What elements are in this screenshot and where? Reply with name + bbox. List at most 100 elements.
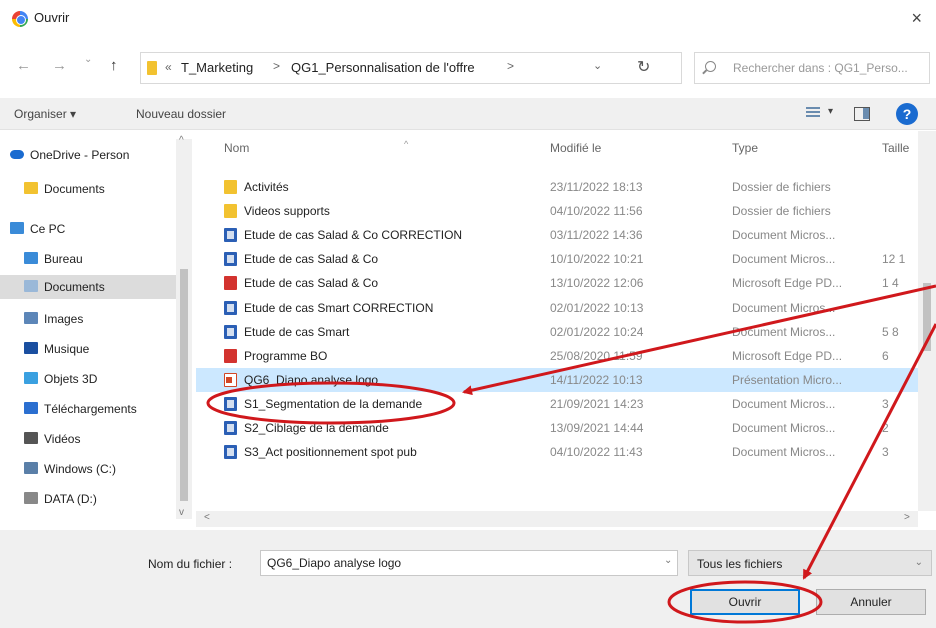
file-type: Document Micros...	[732, 445, 836, 459]
window-title: Ouvrir	[34, 10, 70, 25]
file-row[interactable]: Etude de cas Salad & Co CORRECTION 03/11/…	[196, 223, 918, 247]
file-list-vscroll-thumb[interactable]	[923, 283, 931, 351]
sidebar-item-label: Vidéos	[44, 432, 81, 446]
filename-input[interactable]	[260, 550, 678, 576]
up-button[interactable]: ↑	[110, 57, 118, 74]
filetype-select[interactable]: Tous les fichiers ⌄	[688, 550, 932, 576]
ppt-file-icon	[224, 373, 237, 387]
file-row[interactable]: Etude de cas Smart 02/01/2022 10:24 Docume…	[196, 320, 918, 344]
chevron-down-icon: ⌄	[914, 557, 923, 568]
recent-dropdown[interactable]: ⌄	[84, 54, 92, 65]
file-row[interactable]: Etude de cas Salad & Co 10/10/2022 10:21 D…	[196, 247, 918, 271]
breadcrumb-item-t-marketing[interactable]: T_Marketing	[181, 60, 253, 75]
search-box[interactable]: Rechercher dans : QG1_Perso...	[694, 52, 930, 84]
sidebar-item[interactable]: OneDrive - Person	[0, 143, 176, 167]
sidebar-item[interactable]: Bureau	[0, 247, 176, 271]
file-modified: 13/10/2022 12:06	[550, 276, 644, 290]
sidebar-item-label: Images	[44, 312, 84, 326]
file-row[interactable]: S2_Ciblage de la demande 13/09/2021 14:44…	[196, 416, 918, 440]
scroll-up-arrow[interactable]: ^	[179, 135, 184, 146]
word-file-icon	[224, 421, 237, 435]
images-icon	[24, 312, 38, 324]
pdf-file-icon	[224, 276, 237, 290]
desktop-icon	[24, 252, 38, 264]
filename-dropdown[interactable]: ⌄	[664, 555, 672, 566]
file-modified: 14/11/2022 10:13	[550, 373, 643, 387]
file-name: Activités	[244, 180, 289, 194]
file-row[interactable]: QG6_Diapo analyse logo 14/11/2022 10:13 Pr…	[196, 368, 918, 392]
column-header-type[interactable]: Type	[732, 141, 758, 155]
view-options-icon[interactable]	[806, 107, 822, 120]
column-name-label: Nom	[224, 141, 250, 155]
organize-button[interactable]: Organiser ▾	[14, 107, 76, 121]
back-button[interactable]: ←	[16, 57, 31, 74]
nav-scrollbar[interactable]: ^ v	[176, 135, 192, 519]
sidebar-item[interactable]: Téléchargements	[0, 397, 176, 421]
drive-icon	[24, 462, 38, 474]
file-modified: 04/10/2022 11:56	[550, 204, 643, 218]
file-type: Document Micros...	[732, 252, 836, 266]
title-bar: Ouvrir ×	[0, 0, 936, 38]
sidebar-item[interactable]: Musique	[0, 337, 176, 361]
file-row[interactable]: Etude de cas Smart CORRECTION 02/01/2022 …	[196, 296, 918, 320]
file-type: Document Micros...	[732, 397, 836, 411]
file-size: 5 8	[882, 325, 899, 339]
file-name: QG6_Diapo analyse logo	[244, 373, 379, 387]
breadcrumb-item-current[interactable]: QG1_Personnalisation de l'offre	[291, 60, 475, 75]
address-dropdown[interactable]: ⌄	[593, 59, 602, 72]
sidebar-item[interactable]: Vidéos	[0, 427, 176, 451]
sidebar-item[interactable]: Windows (C:)	[0, 457, 176, 481]
video-icon	[24, 432, 38, 444]
file-name: S3_Act positionnement spot pub	[244, 445, 417, 459]
file-row[interactable]: Activités 23/11/2022 18:13 Dossier de fich…	[196, 175, 918, 199]
sidebar-item-label: Windows (C:)	[44, 462, 117, 476]
download-icon	[24, 402, 38, 414]
sidebar-item[interactable]: Images	[0, 307, 176, 331]
refresh-button[interactable]: ↻	[637, 57, 650, 77]
sidebar-item[interactable]: Documents	[0, 275, 176, 299]
address-bar[interactable]: « T_Marketing > QG1_Personnalisation de …	[140, 52, 682, 84]
file-list-hscroll[interactable]: < >	[196, 511, 918, 527]
sidebar-item[interactable]: Documents	[0, 177, 176, 201]
word-file-icon	[224, 445, 237, 459]
breadcrumb-overflow[interactable]: «	[165, 60, 172, 74]
sidebar-item[interactable]: Ce PC	[0, 217, 176, 241]
help-icon[interactable]: ?	[896, 103, 918, 125]
file-name: S2_Ciblage de la demande	[244, 421, 389, 435]
breadcrumb-separator[interactable]: >	[507, 59, 514, 73]
file-row[interactable]: S3_Act positionnement spot pub 04/10/2022…	[196, 440, 918, 464]
file-type: Document Micros...	[732, 421, 836, 435]
file-type: Présentation Micro...	[732, 373, 843, 387]
file-row[interactable]: S1_Segmentation de la demande 21/09/2021 …	[196, 392, 918, 416]
computer-icon	[10, 222, 24, 234]
preview-pane-icon[interactable]	[854, 107, 870, 121]
breadcrumb-separator[interactable]: >	[273, 59, 280, 73]
nav-scroll-thumb[interactable]	[180, 269, 188, 501]
sidebar-item[interactable]: DATA (D:)	[0, 487, 176, 511]
new-folder-button[interactable]: Nouveau dossier	[136, 107, 226, 121]
file-row[interactable]: Programme BO 25/08/2020 11:59 Microsoft Ed…	[196, 344, 918, 368]
folder-icon	[147, 61, 157, 75]
column-header-modified[interactable]: Modifié le	[550, 141, 601, 155]
sidebar-item[interactable]: Objets 3D	[0, 367, 176, 391]
file-list-vscroll[interactable]	[918, 131, 936, 511]
open-button[interactable]: Ouvrir	[690, 589, 800, 615]
forward-button[interactable]: →	[52, 57, 67, 74]
file-name: Programme BO	[244, 349, 328, 363]
file-name: Etude de cas Smart CORRECTION	[244, 301, 434, 315]
file-row[interactable]: Etude de cas Salad & Co 13/10/2022 12:06 M…	[196, 271, 918, 295]
close-button[interactable]: ×	[911, 8, 922, 29]
file-row[interactable]: Videos supports 04/10/2022 11:56 Dossier d…	[196, 199, 918, 223]
file-type: Microsoft Edge PD...	[732, 349, 843, 363]
scroll-left-arrow[interactable]: <	[204, 512, 210, 523]
file-size: 6	[882, 349, 889, 363]
cancel-button[interactable]: Annuler	[816, 589, 926, 615]
file-type: Dossier de fichiers	[732, 180, 831, 194]
scroll-down-arrow[interactable]: v	[179, 507, 184, 518]
column-header-size[interactable]: Taille	[882, 141, 909, 155]
column-header-name[interactable]: Nom ^	[224, 139, 408, 155]
word-file-icon	[224, 301, 237, 315]
view-options-dropdown[interactable]: ▾	[828, 106, 833, 117]
cube-icon	[24, 372, 38, 384]
scroll-right-arrow[interactable]: >	[904, 512, 910, 523]
